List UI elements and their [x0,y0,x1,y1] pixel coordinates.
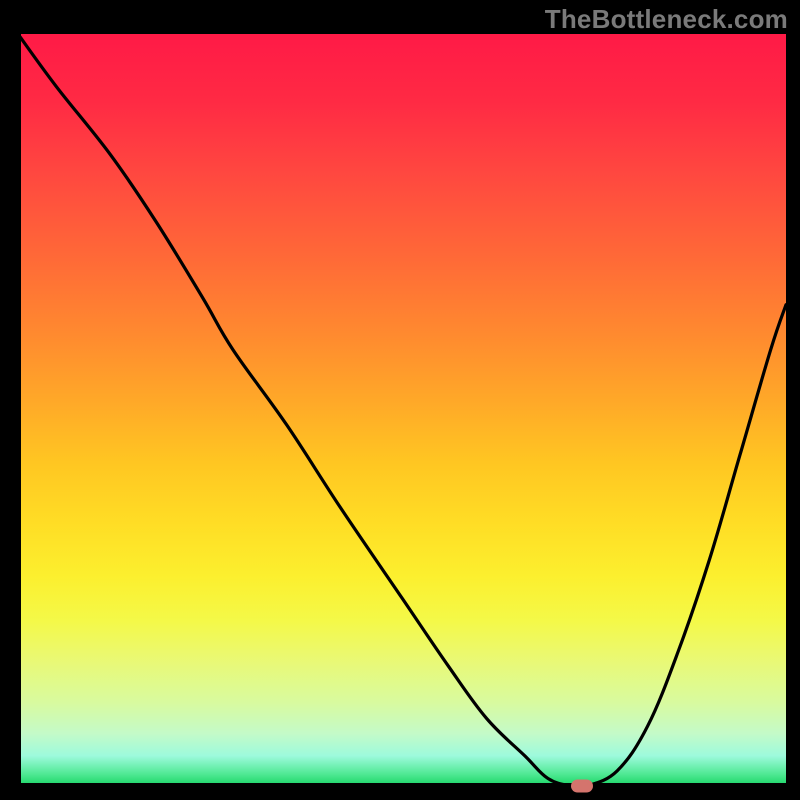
bottleneck-curve [18,34,786,786]
x-axis [18,783,786,786]
optimal-point-marker [571,780,593,793]
plot-area [18,34,786,786]
watermark-text: TheBottleneck.com [545,4,788,35]
chart-container: TheBottleneck.com [0,0,800,800]
y-axis [18,34,21,786]
